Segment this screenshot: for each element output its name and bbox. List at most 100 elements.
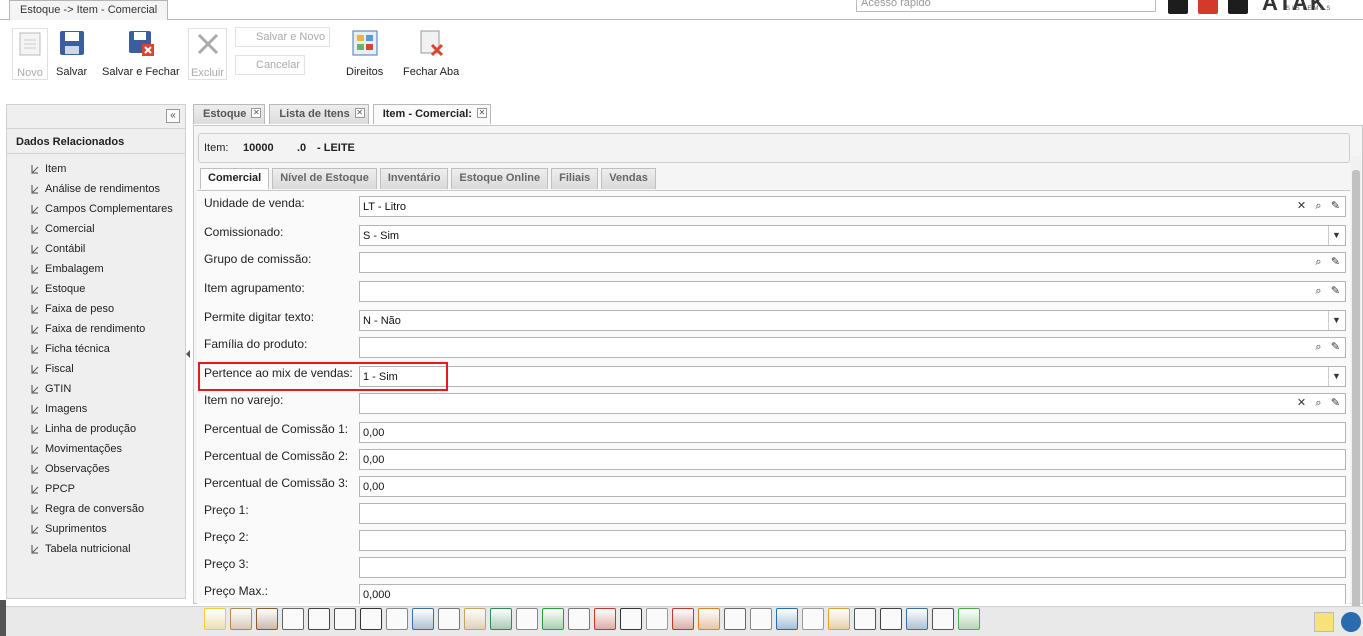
- sub-tab[interactable]: Filiais: [551, 168, 599, 189]
- close-icon[interactable]: ✕: [251, 108, 262, 118]
- related-item[interactable]: Imagens: [29, 399, 173, 419]
- dock-shortcut-icon[interactable]: [542, 608, 564, 630]
- related-item[interactable]: Campos Complementares: [29, 199, 173, 219]
- salvar-button[interactable]: Salvar: [56, 28, 87, 78]
- field-input[interactable]: [359, 530, 1346, 551]
- related-item[interactable]: Fiscal: [29, 359, 173, 379]
- dock-shortcut-icon[interactable]: [308, 608, 330, 630]
- search-icon[interactable]: ⌕: [1311, 283, 1326, 300]
- search-icon[interactable]: ⌕: [1311, 198, 1326, 215]
- scrollbar-thumb[interactable]: [1352, 170, 1360, 610]
- related-item[interactable]: Faixa de peso: [29, 299, 173, 319]
- dock-shortcut-icon[interactable]: [698, 608, 720, 630]
- dock-shortcut-icon[interactable]: [958, 608, 980, 630]
- related-item[interactable]: Suprimentos: [29, 519, 173, 539]
- edit-icon[interactable]: ✎: [1328, 339, 1343, 356]
- dock-shortcut-icon[interactable]: [672, 608, 694, 630]
- direitos-button[interactable]: Direitos: [346, 28, 383, 78]
- dock-shortcut-icon[interactable]: [932, 608, 954, 630]
- document-tab[interactable]: Item - Comercial: ✕: [372, 104, 491, 124]
- gear-icon[interactable]: [1168, 0, 1188, 14]
- salvar-novo-button[interactable]: Salvar e Novo: [235, 27, 331, 47]
- related-item[interactable]: Item: [29, 159, 173, 179]
- sub-tab[interactable]: Estoque Online: [451, 168, 549, 189]
- dock-shortcut-icon[interactable]: [620, 608, 642, 630]
- related-item[interactable]: Regra de conversão: [29, 499, 173, 519]
- dock-shortcut-icon[interactable]: [724, 608, 746, 630]
- related-item[interactable]: Movimentações: [29, 439, 173, 459]
- dock-shortcut-icon[interactable]: [854, 608, 876, 630]
- document-tab[interactable]: Estoque ✕: [193, 104, 266, 124]
- related-item[interactable]: Análise de rendimentos: [29, 179, 173, 199]
- field-input[interactable]: LT - Litro: [359, 196, 1346, 217]
- field-input[interactable]: 0,00: [359, 422, 1346, 443]
- field-input[interactable]: 0,000: [359, 584, 1346, 604]
- related-item[interactable]: Ficha técnica: [29, 339, 173, 359]
- dock-shortcut-icon[interactable]: [646, 608, 668, 630]
- salvar-fechar-button[interactable]: Salvar e Fechar: [102, 28, 180, 78]
- sub-tab[interactable]: Nível de Estoque: [272, 168, 377, 189]
- chevron-down-icon[interactable]: ▼: [1328, 226, 1344, 245]
- chevron-down-icon[interactable]: ▼: [1328, 311, 1344, 330]
- field-input[interactable]: N - Não: [359, 310, 1346, 331]
- dock-shortcut-icon[interactable]: [360, 608, 382, 630]
- dock-shortcut-icon[interactable]: [750, 608, 772, 630]
- fechar-aba-button[interactable]: Fechar Aba: [403, 28, 459, 78]
- sub-tab[interactable]: Comercial: [200, 168, 270, 189]
- edit-icon[interactable]: ✎: [1328, 395, 1343, 412]
- related-item[interactable]: Estoque: [29, 279, 173, 299]
- database-icon[interactable]: [1198, 0, 1218, 14]
- dock-shortcut-icon[interactable]: [776, 608, 798, 630]
- field-input[interactable]: [359, 557, 1346, 578]
- related-item[interactable]: GTIN: [29, 379, 173, 399]
- related-item[interactable]: Observações: [29, 459, 173, 479]
- dock-shortcut-icon[interactable]: [412, 608, 434, 630]
- document-tab[interactable]: Lista de Itens ✕: [269, 104, 369, 124]
- dock-shortcut-icon[interactable]: [438, 608, 460, 630]
- dock-shortcut-icon[interactable]: [828, 608, 850, 630]
- collapse-panel-button[interactable]: «: [166, 109, 180, 123]
- cancelar-button[interactable]: Cancelar: [235, 55, 306, 75]
- dock-shortcut-icon[interactable]: [906, 608, 928, 630]
- dock-shortcut-icon[interactable]: [230, 608, 252, 630]
- sub-tab[interactable]: Vendas: [601, 168, 656, 189]
- edit-icon[interactable]: ✎: [1328, 198, 1343, 215]
- field-input[interactable]: [359, 281, 1346, 302]
- dock-shortcut-icon[interactable]: [880, 608, 902, 630]
- help-icon[interactable]: [1341, 612, 1361, 632]
- dock-shortcut-icon[interactable]: [802, 608, 824, 630]
- novo-button[interactable]: Novo: [12, 28, 48, 80]
- field-input[interactable]: S - Sim: [359, 225, 1346, 246]
- clear-icon[interactable]: ✕: [1294, 395, 1309, 412]
- dock-shortcut-icon[interactable]: [516, 608, 538, 630]
- close-icon[interactable]: ✕: [354, 108, 365, 118]
- dock-shortcut-icon[interactable]: [568, 608, 590, 630]
- favorites-star-icon[interactable]: [1314, 612, 1334, 632]
- dock-shortcut-icon[interactable]: [334, 608, 356, 630]
- field-input[interactable]: [359, 503, 1346, 524]
- search-icon[interactable]: ⌕: [1311, 254, 1326, 271]
- related-item[interactable]: Embalagem: [29, 259, 173, 279]
- dock-shortcut-icon[interactable]: [594, 608, 616, 630]
- window-tab[interactable]: Estoque -> Item - Comercial: [9, 0, 169, 20]
- sub-tab[interactable]: Inventário: [379, 168, 449, 189]
- related-item[interactable]: Contábil: [29, 239, 173, 259]
- field-input[interactable]: [359, 252, 1346, 273]
- dock-shortcut-icon[interactable]: [204, 608, 226, 630]
- related-item[interactable]: Linha de produção: [29, 419, 173, 439]
- related-item[interactable]: Faixa de rendimento: [29, 319, 173, 339]
- dock-shortcut-icon[interactable]: [256, 608, 278, 630]
- search-icon[interactable]: ⌕: [1311, 339, 1326, 356]
- related-item[interactable]: Tabela nutricional: [29, 539, 173, 559]
- search-icon[interactable]: ⌕: [1311, 395, 1326, 412]
- chevron-down-icon[interactable]: ▼: [1328, 367, 1344, 386]
- field-input[interactable]: 1 - Sim: [359, 366, 1346, 387]
- dock-shortcut-icon[interactable]: [464, 608, 486, 630]
- related-item[interactable]: Comercial: [29, 219, 173, 239]
- quick-access-input[interactable]: Acesso rápido: [856, 0, 1156, 12]
- edit-icon[interactable]: ✎: [1328, 283, 1343, 300]
- collapse-arrow-icon[interactable]: [186, 350, 190, 358]
- clear-icon[interactable]: ✕: [1294, 198, 1309, 215]
- edit-icon[interactable]: ✎: [1328, 254, 1343, 271]
- dock-shortcut-icon[interactable]: [282, 608, 304, 630]
